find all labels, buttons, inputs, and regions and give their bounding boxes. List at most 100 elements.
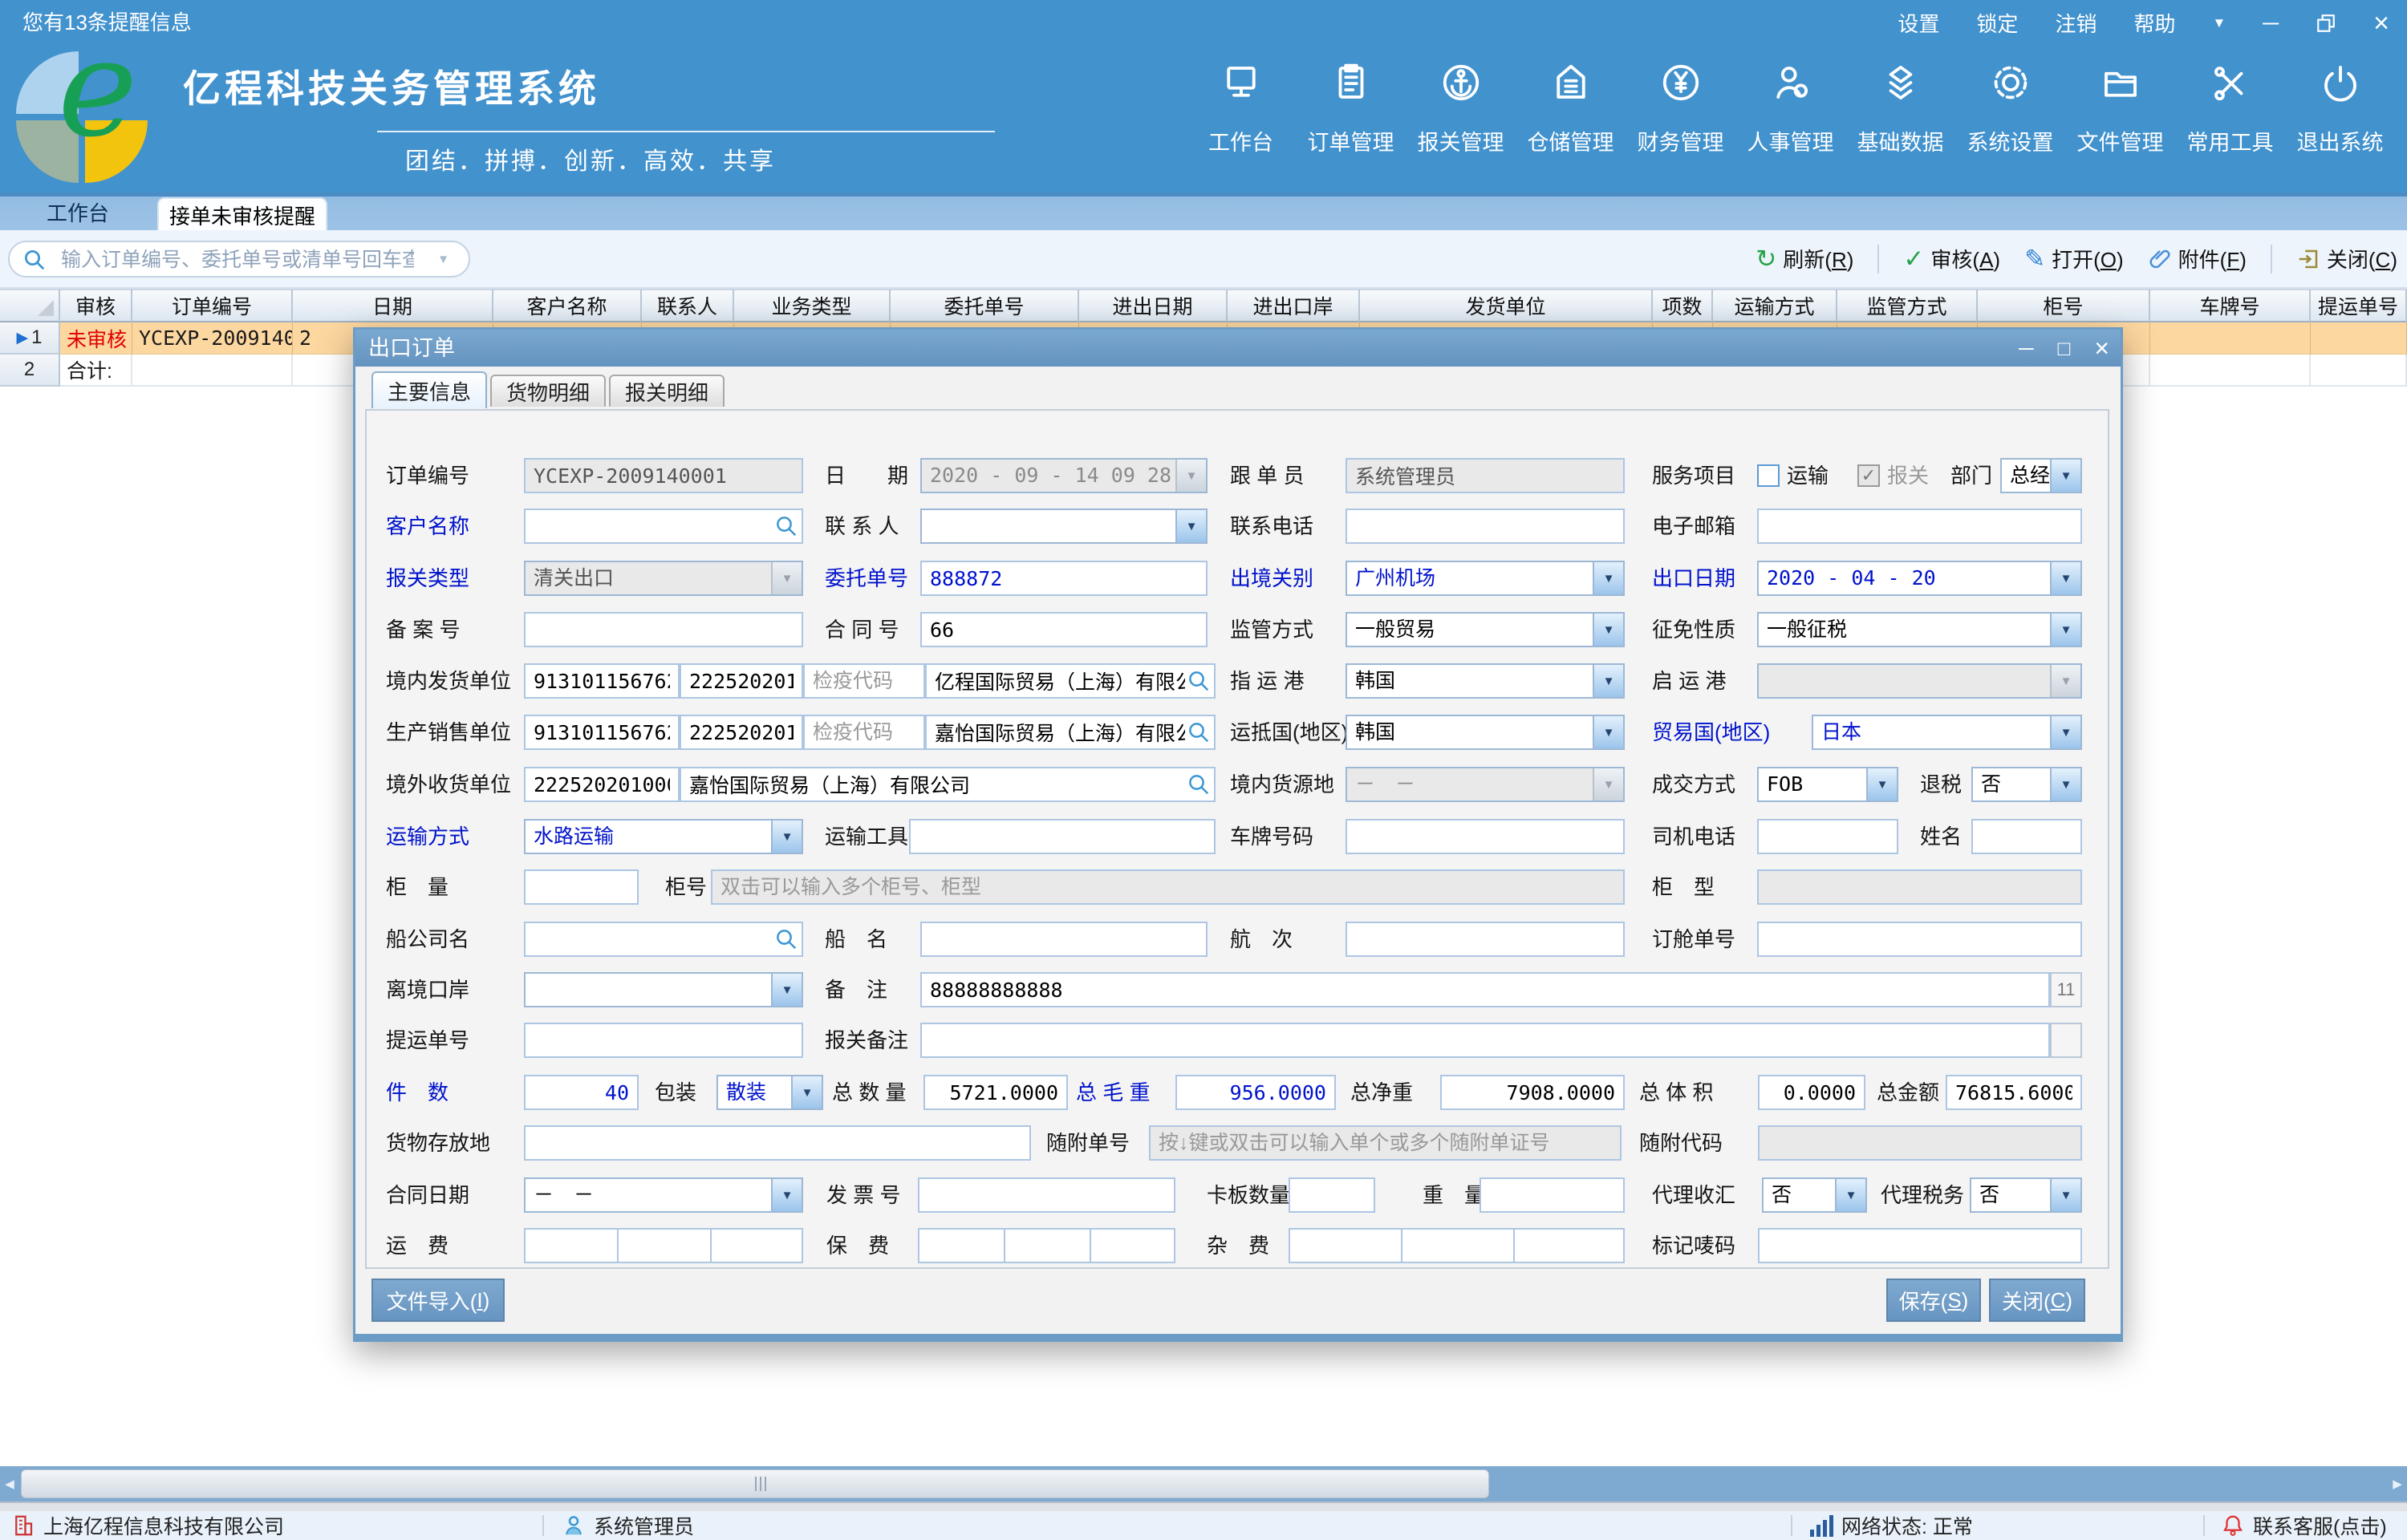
overseas-consignee-code[interactable] bbox=[524, 767, 680, 802]
close-icon[interactable]: × bbox=[2373, 10, 2389, 37]
scroll-right-icon[interactable]: ▶ bbox=[2388, 1466, 2407, 1502]
mark-code-input[interactable] bbox=[1758, 1228, 2082, 1263]
domestic-shipper-name-field[interactable] bbox=[925, 663, 1216, 699]
weight-input[interactable] bbox=[1480, 1177, 1625, 1213]
freight-input-3[interactable] bbox=[710, 1228, 803, 1263]
producer-code1[interactable] bbox=[524, 715, 680, 750]
vehicle-name-input[interactable] bbox=[909, 819, 1216, 854]
ship-company-field[interactable] bbox=[524, 922, 803, 957]
dropdown-arrow-icon[interactable]: ▼ bbox=[771, 821, 802, 853]
nav-base-data[interactable]: 基础数据 bbox=[1845, 61, 1955, 156]
email-input[interactable] bbox=[1757, 509, 2082, 544]
deal-mode-combo[interactable]: FOB ▼ bbox=[1757, 767, 1898, 802]
tax-refund-combo[interactable]: 否 ▼ bbox=[1971, 767, 2082, 802]
tax-nature-combo[interactable]: 一般征税 ▼ bbox=[1757, 612, 2082, 647]
insurance-input-2[interactable] bbox=[1004, 1228, 1091, 1263]
col-entrust-no[interactable]: 委托单号 bbox=[891, 289, 1079, 322]
dropdown-arrow-icon[interactable]: ▼ bbox=[771, 562, 802, 594]
col-transport-mode[interactable]: 运输方式 bbox=[1713, 289, 1837, 322]
domestic-shipper-code1[interactable] bbox=[524, 663, 680, 699]
col-item-count[interactable]: 项数 bbox=[1653, 289, 1713, 322]
customer-input[interactable] bbox=[524, 509, 803, 544]
col-inout-port[interactable]: 进出口岸 bbox=[1228, 289, 1360, 322]
domestic-shipper-name-input[interactable] bbox=[925, 663, 1216, 699]
dept-combo[interactable]: 总经办 ▼ bbox=[2000, 458, 2082, 493]
customs-checkbox[interactable]: ✓ bbox=[1857, 464, 1880, 487]
search-icon[interactable] bbox=[774, 514, 798, 538]
nav-warehouse-management[interactable]: 仓储管理 bbox=[1516, 61, 1626, 156]
menu-logout[interactable]: 注销 bbox=[2055, 8, 2096, 38]
plate-no-input[interactable] bbox=[1346, 819, 1625, 854]
overseas-consignee-name-input[interactable] bbox=[680, 767, 1216, 802]
col-date[interactable]: 日期 bbox=[293, 289, 493, 322]
transport-checkbox-label[interactable]: 运输 bbox=[1787, 458, 1829, 493]
record-no-input[interactable] bbox=[524, 612, 803, 647]
customer-label[interactable]: 客户名称 bbox=[386, 509, 469, 544]
declare-remark-input[interactable] bbox=[920, 1023, 2050, 1058]
col-order-no[interactable]: 订单编号 bbox=[132, 289, 293, 322]
nav-workbench[interactable]: 工作台 bbox=[1186, 61, 1296, 156]
declare-type-combo[interactable]: 清关出口 ▼ bbox=[524, 561, 803, 596]
goods-source-combo[interactable]: － － ▼ bbox=[1346, 767, 1625, 802]
contract-no-input[interactable] bbox=[920, 612, 1208, 647]
col-contact[interactable]: 联系人 bbox=[642, 289, 734, 322]
menu-lock[interactable]: 锁定 bbox=[1976, 8, 2018, 38]
nav-common-tools[interactable]: 常用工具 bbox=[2175, 61, 2285, 156]
transport-checkbox[interactable] bbox=[1757, 464, 1780, 487]
producer-name-input[interactable] bbox=[925, 715, 1216, 750]
driver-phone-input[interactable] bbox=[1757, 819, 1898, 854]
producer-quarantine[interactable] bbox=[803, 715, 925, 750]
producer-code2[interactable] bbox=[680, 715, 803, 750]
nav-system-settings[interactable]: 系统设置 bbox=[1955, 61, 2065, 156]
nav-finance-management[interactable]: 财务管理 bbox=[1626, 61, 1735, 156]
supervision-combo[interactable]: 一般贸易 ▼ bbox=[1346, 612, 1625, 647]
declare-remark-expand-button[interactable] bbox=[2050, 1023, 2082, 1058]
domestic-shipper-quarantine[interactable] bbox=[803, 663, 925, 699]
phone-input[interactable] bbox=[1346, 509, 1625, 544]
storage-place-input[interactable] bbox=[524, 1125, 1031, 1161]
misc-fee-input-2[interactable] bbox=[1401, 1228, 1515, 1263]
agent-fx-combo[interactable]: 否 ▼ bbox=[1762, 1177, 1867, 1213]
attached-code-input[interactable] bbox=[1758, 1125, 2082, 1161]
nav-order-management[interactable]: 订单管理 bbox=[1296, 61, 1406, 156]
col-cabinet-no[interactable]: 柜号 bbox=[1978, 289, 2150, 322]
col-supervision[interactable]: 监管方式 bbox=[1837, 289, 1978, 322]
col-inout-date[interactable]: 进出日期 bbox=[1079, 289, 1228, 322]
select-all-header[interactable] bbox=[0, 289, 60, 322]
chevron-down-icon[interactable]: ▼ bbox=[2212, 15, 2226, 31]
col-bl-no[interactable]: 提运单号 bbox=[2311, 289, 2407, 322]
dropdown-arrow-icon[interactable]: ▼ bbox=[2050, 716, 2080, 748]
dropdown-arrow-icon[interactable]: ▼ bbox=[2050, 1179, 2080, 1211]
dropdown-arrow-icon[interactable]: ▼ bbox=[791, 1076, 822, 1108]
follower-input[interactable] bbox=[1346, 458, 1625, 493]
bl-no-input[interactable] bbox=[524, 1023, 803, 1058]
search-icon[interactable] bbox=[1187, 772, 1211, 796]
contact-combo[interactable]: ▼ bbox=[920, 509, 1208, 544]
order-no-input[interactable] bbox=[524, 458, 803, 493]
trade-country-combo[interactable]: 日本 ▼ bbox=[1812, 715, 2082, 750]
dropdown-arrow-icon[interactable]: ▼ bbox=[1593, 562, 1623, 594]
arrival-country-combo[interactable]: 韩国 ▼ bbox=[1346, 715, 1625, 750]
dropdown-arrow-icon[interactable]: ▼ bbox=[2050, 562, 2080, 594]
col-plate-no[interactable]: 车牌号 bbox=[2150, 289, 2311, 322]
insurance-input-1[interactable] bbox=[918, 1228, 1005, 1263]
nav-file-management[interactable]: 文件管理 bbox=[2065, 61, 2175, 156]
restore-icon[interactable] bbox=[2316, 13, 2336, 34]
search-icon[interactable] bbox=[1187, 720, 1211, 744]
insurance-input-3[interactable] bbox=[1090, 1228, 1175, 1263]
total-qty-input[interactable] bbox=[923, 1075, 1068, 1110]
ship-company-input[interactable] bbox=[524, 922, 803, 957]
net-weight-input[interactable] bbox=[1440, 1075, 1625, 1110]
customer-field[interactable] bbox=[524, 509, 803, 544]
overseas-consignee-name-field[interactable] bbox=[680, 767, 1216, 802]
dialog-minimize-icon[interactable]: ─ bbox=[2019, 336, 2033, 361]
dropdown-arrow-icon[interactable]: ▼ bbox=[2050, 614, 2080, 646]
menu-settings[interactable]: 设置 bbox=[1898, 8, 1939, 38]
dialog-maximize-icon[interactable]: □ bbox=[2058, 336, 2071, 361]
domestic-shipper-code2[interactable] bbox=[680, 663, 803, 699]
contract-date-combo[interactable]: － － ▼ bbox=[524, 1177, 803, 1213]
search-input[interactable] bbox=[59, 244, 416, 276]
gross-weight-input[interactable] bbox=[1175, 1075, 1336, 1110]
date-picker[interactable]: 2020 - 09 - 14 09 28 ▼ bbox=[920, 458, 1208, 493]
refresh-button[interactable]: ↻ 刷新(R) bbox=[1756, 244, 1853, 274]
